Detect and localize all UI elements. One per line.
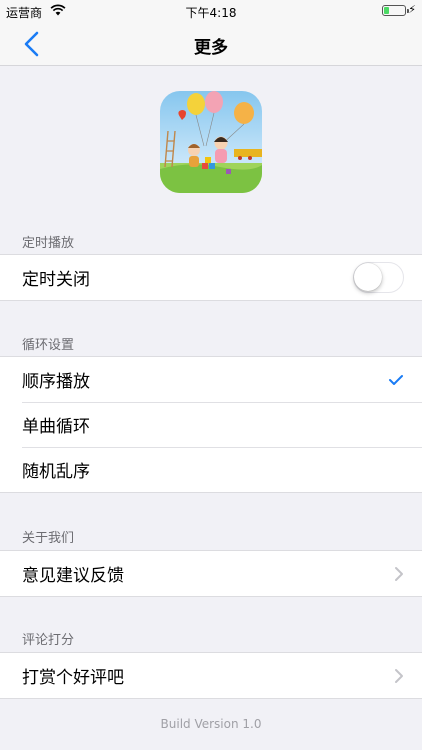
- section-header-about: 关于我们: [22, 531, 75, 546]
- section-header-rating: 评论打分: [22, 633, 75, 648]
- loop-option-label: 顺序播放: [22, 372, 90, 392]
- rating-group: 打赏个好评吧: [0, 652, 422, 699]
- timer-group: 定时关闭: [0, 254, 422, 301]
- chevron-right-icon: [395, 668, 403, 683]
- charging-bolt-icon: ⚡: [408, 3, 416, 16]
- chevron-right-icon: [395, 566, 403, 581]
- toggle-knob: [354, 263, 382, 291]
- status-bar: 运营商 下午4:18 ⚡: [0, 0, 422, 22]
- timer-close-toggle[interactable]: [353, 262, 404, 293]
- loop-option-sequential[interactable]: 顺序播放: [0, 357, 422, 402]
- battery-level: [384, 7, 389, 14]
- loop-option-label: 随机乱序: [22, 462, 90, 482]
- app-logo: [160, 91, 262, 193]
- checkmark-icon: [389, 374, 403, 385]
- rate-app-row[interactable]: 打赏个好评吧: [0, 653, 422, 698]
- battery-icon: [382, 5, 409, 16]
- navigation-bar: 更多: [0, 22, 422, 66]
- loop-option-single[interactable]: 单曲循环: [0, 402, 422, 447]
- feedback-label: 意见建议反馈: [22, 566, 124, 586]
- timer-close-label: 定时关闭: [22, 270, 90, 290]
- timer-close-row[interactable]: 定时关闭: [0, 255, 422, 300]
- loop-option-label: 单曲循环: [22, 417, 90, 437]
- about-group: 意见建议反馈: [0, 550, 422, 597]
- loop-option-shuffle[interactable]: 随机乱序: [0, 447, 422, 492]
- loop-group: 顺序播放 单曲循环 随机乱序: [0, 356, 422, 493]
- status-time: 下午4:18: [185, 6, 237, 20]
- build-version: Build Version 1.0: [160, 717, 262, 731]
- section-header-loop: 循环设置: [22, 338, 75, 353]
- feedback-row[interactable]: 意见建议反馈: [0, 551, 422, 596]
- section-header-timer: 定时播放: [22, 236, 75, 251]
- rate-app-label: 打赏个好评吧: [22, 668, 124, 688]
- page-title: 更多: [194, 38, 228, 58]
